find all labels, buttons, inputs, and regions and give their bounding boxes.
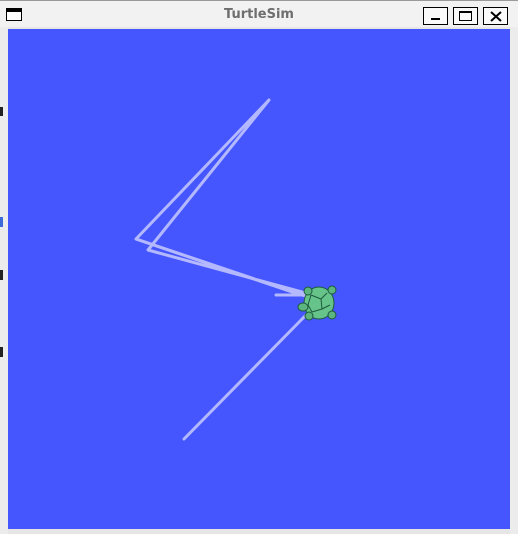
pen-trail — [134, 237, 300, 296]
turtle-drawing — [134, 98, 337, 441]
pen-trail — [134, 98, 315, 299]
close-button[interactable] — [483, 7, 508, 25]
background-window-fragment — [0, 217, 3, 227]
background-window-fragment — [0, 347, 3, 357]
maximize-icon — [459, 11, 472, 21]
minimize-icon — [431, 18, 440, 20]
close-icon — [490, 11, 502, 22]
minimize-button[interactable] — [423, 7, 448, 25]
background-window-fragment — [0, 107, 3, 116]
pen-trail — [182, 311, 310, 441]
right-window-edge — [510, 27, 518, 534]
left-window-edge — [0, 27, 8, 534]
maximize-button[interactable] — [453, 7, 478, 25]
title-bar[interactable]: TurtleSim — [0, 1, 518, 27]
turtle-canvas — [8, 29, 510, 529]
background-window-fragment — [0, 270, 3, 280]
turtlesim-window: TurtleSim — [0, 0, 518, 534]
turtle-icon — [297, 285, 337, 321]
